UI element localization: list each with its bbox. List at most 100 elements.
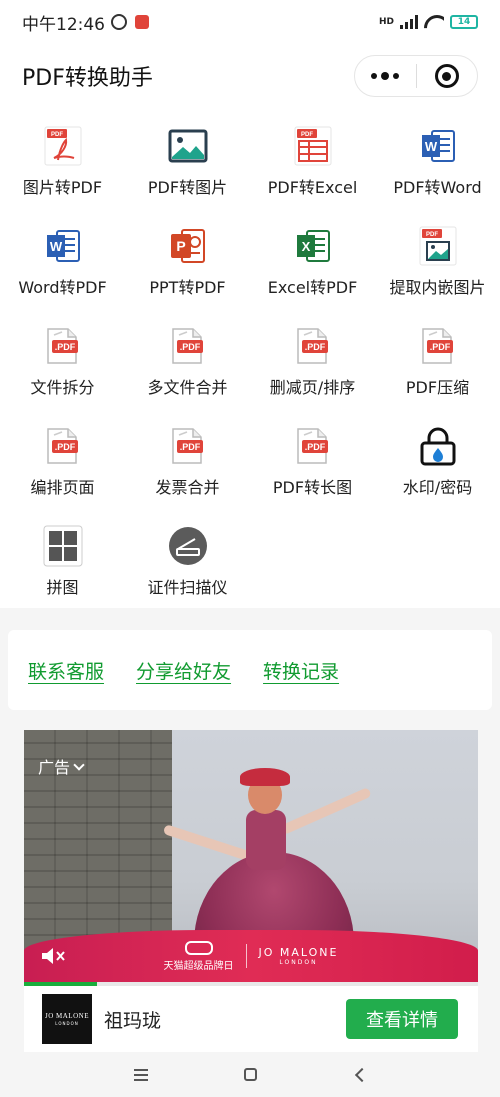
system-nav-bar xyxy=(0,1052,500,1097)
tool-label: PDF压缩 xyxy=(405,378,470,397)
mini-program-capsule xyxy=(354,55,478,97)
scanner-icon xyxy=(168,526,208,566)
wifi-icon xyxy=(424,15,444,29)
ad-banner-brand: JO MALONE LONDON xyxy=(258,946,339,966)
tools-grid: PDF 图片转PDF PDF转图片 PDF PDF转Excel W PDF转Wo… xyxy=(0,108,500,608)
tool-label: PDF转图片 xyxy=(147,178,228,197)
tool-invoice-merge[interactable]: .PDF 发票合并 xyxy=(125,408,250,508)
tool-pdf-to-long-image[interactable]: .PDF PDF转长图 xyxy=(250,408,375,508)
app-header: PDF转换助手 xyxy=(0,44,500,108)
pdf-doc-icon: .PDF xyxy=(293,426,333,466)
svg-text:P: P xyxy=(176,238,185,254)
tool-collage[interactable]: 拼图 xyxy=(0,508,125,608)
ad-banner: 天猫超级品牌日 JO MALONE LONDON xyxy=(24,930,478,982)
app-notification-icon xyxy=(135,15,149,29)
mute-icon[interactable] xyxy=(40,946,66,966)
tool-pdf-to-image[interactable]: PDF转图片 xyxy=(125,108,250,208)
tool-excel-to-pdf[interactable]: X Excel转PDF xyxy=(250,208,375,308)
share-friends-link[interactable]: 分享给好友 xyxy=(136,657,231,684)
ad-footer: JO MALONE LONDON 祖玛珑 查看详情 xyxy=(24,986,478,1052)
svg-text:.PDF: .PDF xyxy=(54,442,75,452)
svg-text:.PDF: .PDF xyxy=(304,442,325,452)
ad-label-text: 广告 xyxy=(38,758,71,777)
svg-text:PDF: PDF xyxy=(426,232,438,238)
tool-label: 多文件合并 xyxy=(147,378,228,397)
svg-text:W: W xyxy=(424,139,437,154)
pdf-doc-icon: .PDF xyxy=(418,326,458,366)
tool-label: PDF转Excel xyxy=(267,178,358,197)
pdf-doc-icon: .PDF xyxy=(293,326,333,366)
pdf-doc-icon: .PDF xyxy=(168,426,208,466)
menu-icon[interactable] xyxy=(133,1068,148,1081)
tool-ppt-to-pdf[interactable]: P PPT转PDF xyxy=(125,208,250,308)
tool-pdf-to-word[interactable]: W PDF转Word xyxy=(375,108,500,208)
brand-logo: JO MALONE LONDON xyxy=(42,994,92,1044)
pdf-doc-icon: .PDF xyxy=(43,426,83,466)
tool-merge-files[interactable]: .PDF 多文件合并 xyxy=(125,308,250,408)
pdf-to-word-icon: W xyxy=(418,126,458,166)
tool-label: 编排页面 xyxy=(30,478,95,497)
tool-label: 拼图 xyxy=(46,578,79,597)
excel-to-pdf-icon: X xyxy=(293,226,333,266)
ad-label[interactable]: 广告 xyxy=(38,754,85,778)
ad-banner-text: 天猫超级品牌日 xyxy=(163,960,234,972)
tool-label: 水印/密码 xyxy=(402,478,473,497)
svg-text:.PDF: .PDF xyxy=(429,342,450,352)
svg-text:W: W xyxy=(49,239,62,254)
quick-links-card: 联系客服 分享给好友 转换记录 xyxy=(8,630,492,710)
tool-extract-images[interactable]: PDF 提取内嵌图片 xyxy=(375,208,500,308)
contact-support-link[interactable]: 联系客服 xyxy=(28,657,104,684)
tmall-logo: 天猫超级品牌日 xyxy=(163,940,234,972)
battery-icon: 14 xyxy=(450,15,478,29)
ad-brand-name: 祖玛珑 xyxy=(104,1009,162,1032)
tool-word-to-pdf[interactable]: W Word转PDF xyxy=(0,208,125,308)
status-bar: 中午12:46 HD 14 xyxy=(0,0,500,44)
svg-text:.PDF: .PDF xyxy=(179,342,200,352)
pdf-doc-icon: .PDF xyxy=(168,326,208,366)
ad-card[interactable]: 广告 天猫超级品牌日 JO MALONE LONDON JO MALONE LO… xyxy=(24,730,478,1052)
tool-label: PDF转长图 xyxy=(272,478,353,497)
tool-arrange-pages[interactable]: .PDF 编排页面 xyxy=(0,408,125,508)
tool-label: PDF转Word xyxy=(393,178,482,197)
target-icon xyxy=(434,64,459,88)
ad-video[interactable]: 广告 天猫超级品牌日 JO MALONE LONDON xyxy=(24,730,478,982)
tool-watermark-password[interactable]: 水印/密码 xyxy=(375,408,500,508)
tool-image-to-pdf[interactable]: PDF 图片转PDF xyxy=(0,108,125,208)
word-to-pdf-icon: W xyxy=(43,226,83,266)
hd-badge: HD xyxy=(378,17,394,27)
home-icon[interactable] xyxy=(243,1068,257,1081)
tool-label: 提取内嵌图片 xyxy=(389,278,486,297)
chevron-down-icon xyxy=(73,759,85,771)
alarm-icon xyxy=(111,14,127,30)
tool-label: 图片转PDF xyxy=(22,178,103,197)
pdf-doc-icon: .PDF xyxy=(43,326,83,366)
close-mini-program-button[interactable] xyxy=(417,56,478,96)
svg-text:X: X xyxy=(301,239,310,254)
pdf-to-image-icon xyxy=(168,126,208,166)
tool-label: 删减页/排序 xyxy=(269,378,356,397)
signal-icon xyxy=(400,15,418,29)
tool-pdf-compress[interactable]: .PDF PDF压缩 xyxy=(375,308,500,408)
svg-text:.PDF: .PDF xyxy=(54,342,75,352)
status-indicators: HD 14 xyxy=(379,15,478,29)
extract-images-icon: PDF xyxy=(418,226,458,266)
tool-id-scanner[interactable]: 证件扫描仪 xyxy=(125,508,250,608)
lock-icon xyxy=(418,426,458,466)
svg-text:PDF: PDF xyxy=(51,132,63,138)
conversion-history-link[interactable]: 转换记录 xyxy=(263,657,339,684)
more-menu-button[interactable] xyxy=(355,56,416,96)
status-time: 中午12:46 xyxy=(22,14,105,35)
svg-text:.PDF: .PDF xyxy=(304,342,325,352)
tool-pdf-to-excel[interactable]: PDF PDF转Excel xyxy=(250,108,375,208)
tool-delete-sort-pages[interactable]: .PDF 删减页/排序 xyxy=(250,308,375,408)
tool-label: 文件拆分 xyxy=(30,378,95,397)
svg-text:.PDF: .PDF xyxy=(179,442,200,452)
tool-label: 发票合并 xyxy=(155,478,220,497)
back-icon[interactable] xyxy=(354,1067,369,1082)
view-details-button[interactable]: 查看详情 xyxy=(346,999,458,1039)
ppt-to-pdf-icon: P xyxy=(168,226,208,266)
tool-label: Word转PDF xyxy=(18,278,107,297)
tool-split-file[interactable]: .PDF 文件拆分 xyxy=(0,308,125,408)
page-title: PDF转换助手 xyxy=(22,66,153,91)
image-to-pdf-icon: PDF xyxy=(43,126,83,166)
